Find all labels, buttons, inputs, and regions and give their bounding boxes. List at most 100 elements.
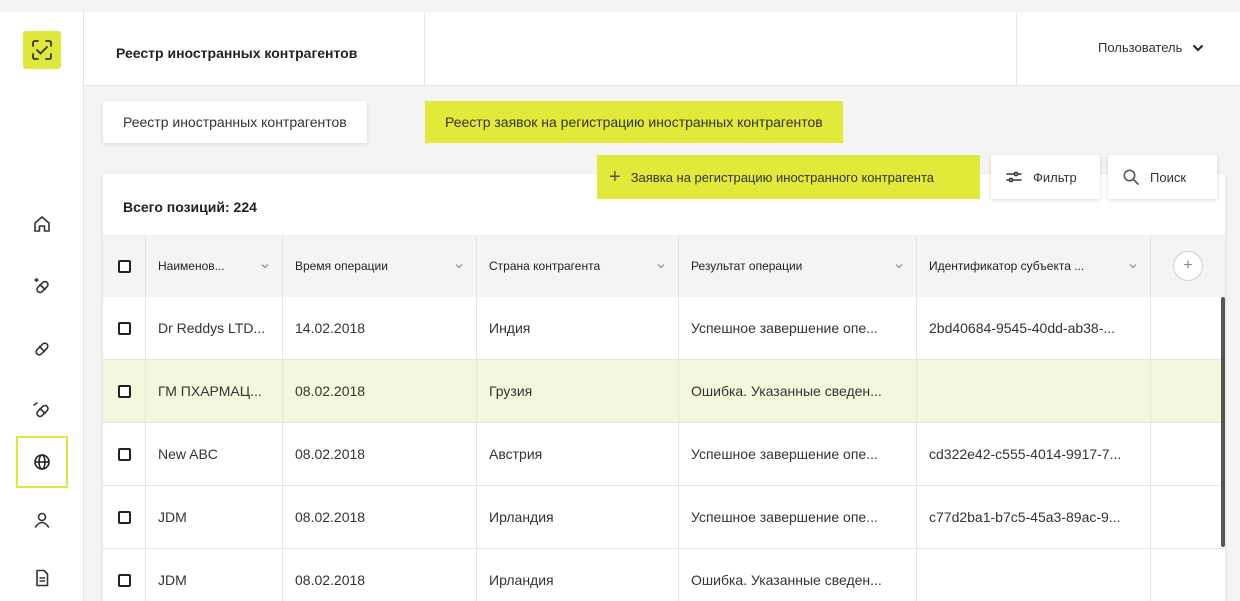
column-header-result[interactable]: Результат операции: [679, 235, 917, 297]
row-checkbox[interactable]: [117, 447, 131, 461]
nav-capsule[interactable]: [16, 323, 68, 375]
cell-empty: [1151, 297, 1225, 359]
app-root: Реестр иностранных контрагентов Пользова…: [0, 0, 1240, 601]
search-label: Поиск: [1150, 169, 1187, 185]
table-row[interactable]: New ABC 08.02.2018 Австрия Успешное заве…: [103, 423, 1225, 486]
filter-sliders-icon: [1006, 171, 1022, 183]
cell-empty: [1151, 360, 1225, 422]
cell-result: Ошибка. Указанные сведен...: [679, 549, 917, 601]
cell-subject-id: [917, 549, 1151, 601]
add-request-label: Заявка на регистрацию иностранного контр…: [630, 169, 935, 185]
capsule-icon: [35, 342, 49, 356]
page-title: Реестр иностранных контрагентов: [116, 45, 358, 61]
row-checkbox[interactable]: [117, 573, 131, 587]
table-card: Всего позиций: 224 Наименов... Время опе…: [103, 174, 1225, 601]
nav-home[interactable]: [16, 198, 68, 250]
cell-name: JDM: [146, 549, 283, 601]
nav-pills[interactable]: [16, 261, 68, 313]
cell-subject-id: [917, 360, 1151, 422]
table-body: Dr Reddys LTD... 14.02.2018 Индия Успешн…: [103, 297, 1225, 601]
header-divider: [1016, 12, 1017, 86]
top-header: Реестр иностранных контрагентов Пользова…: [84, 12, 1240, 86]
cell-country: Ирландия: [477, 486, 679, 548]
column-label: Страна контрагента: [489, 259, 601, 273]
column-label: Результат операции: [691, 259, 803, 273]
tab-registration-requests[interactable]: Реестр заявок на регистрацию иностранных…: [425, 101, 843, 143]
chevron-down-icon[interactable]: [894, 261, 904, 271]
user-menu[interactable]: Пользователь: [1098, 40, 1204, 55]
cell-subject-id: cd322e42-c555-4014-9917-7...: [917, 423, 1151, 485]
cell-name: New ABC: [146, 423, 283, 485]
cell-time: 08.02.2018: [283, 549, 477, 601]
table-row[interactable]: ГМ ПХАРМАЦ... 08.02.2018 Грузия Ошибка. …: [103, 360, 1225, 423]
nav-pills-alt[interactable]: [16, 385, 68, 437]
row-select-cell: [103, 423, 146, 485]
add-registration-request-button[interactable]: + Заявка на регистрацию иностранного кон…: [597, 155, 980, 199]
add-column-cell: +: [1151, 235, 1225, 297]
nav-document[interactable]: [16, 552, 68, 601]
header-divider: [424, 12, 425, 86]
column-label: Наименов...: [158, 259, 225, 273]
cell-subject-id: c77d2ba1-b7c5-45a3-89ac-9...: [917, 486, 1151, 548]
column-header-time[interactable]: Время операции: [283, 235, 477, 297]
cell-country: Австрия: [477, 423, 679, 485]
scan-check-icon: [32, 40, 52, 60]
tab-registry[interactable]: Реестр иностранных контрагентов: [103, 101, 367, 143]
add-column-button[interactable]: +: [1173, 251, 1203, 281]
cell-name: Dr Reddys LTD...: [146, 297, 283, 359]
column-header-name[interactable]: Наименов...: [146, 235, 283, 297]
nav-user[interactable]: [16, 494, 68, 546]
chevron-down-icon[interactable]: [656, 261, 666, 271]
select-all-checkbox[interactable]: [117, 259, 131, 273]
row-checkbox[interactable]: [117, 384, 131, 398]
chevron-down-icon[interactable]: [454, 261, 464, 271]
pills-alt-icon: [33, 402, 49, 418]
cell-time: 08.02.2018: [283, 360, 477, 422]
filter-button[interactable]: Фильтр: [991, 155, 1100, 199]
document-icon: [36, 569, 49, 587]
cell-name: ГМ ПХАРМАЦ...: [146, 360, 283, 422]
row-select-cell: [103, 297, 146, 359]
home-icon: [34, 216, 50, 232]
logo[interactable]: [23, 31, 61, 69]
table-row[interactable]: Dr Reddys LTD... 14.02.2018 Индия Успешн…: [103, 297, 1225, 360]
plus-icon: +: [1183, 257, 1193, 274]
chevron-down-icon[interactable]: [1128, 261, 1138, 271]
cell-subject-id: 2bd40684-9545-40dd-ab38-...: [917, 297, 1151, 359]
table-row[interactable]: JDM 08.02.2018 Ирландия Успешное заверше…: [103, 486, 1225, 549]
cell-time: 14.02.2018: [283, 297, 477, 359]
search-button[interactable]: Поиск: [1108, 155, 1217, 199]
cell-time: 08.02.2018: [283, 423, 477, 485]
pills-icon: [34, 277, 49, 294]
cell-time: 08.02.2018: [283, 486, 477, 548]
cell-empty: [1151, 423, 1225, 485]
cell-name: JDM: [146, 486, 283, 548]
cell-country: Ирландия: [477, 549, 679, 601]
row-checkbox[interactable]: [117, 321, 131, 335]
total-count: Всего позиций: 224: [123, 199, 257, 215]
chevron-down-icon: [1193, 44, 1204, 51]
user-icon: [34, 512, 50, 528]
table-header: Наименов... Время операции Страна контра…: [103, 235, 1225, 297]
filter-label: Фильтр: [1033, 169, 1077, 185]
cell-empty: [1151, 549, 1225, 601]
table-scrollbar[interactable]: [1221, 297, 1225, 547]
chevron-down-icon[interactable]: [260, 261, 270, 271]
nav-globe[interactable]: [16, 436, 68, 488]
row-checkbox[interactable]: [117, 510, 131, 524]
cell-empty: [1151, 486, 1225, 548]
user-menu-label: Пользователь: [1098, 40, 1183, 55]
cell-country: Индия: [477, 297, 679, 359]
table-row[interactable]: JDM 08.02.2018 Ирландия Ошибка. Указанны…: [103, 549, 1225, 601]
column-header-subject-id[interactable]: Идентификатор субъекта ...: [917, 235, 1151, 297]
row-select-cell: [103, 549, 146, 601]
row-select-cell: [103, 360, 146, 422]
plus-icon: +: [609, 166, 621, 188]
cell-result: Успешное завершение опе...: [679, 423, 917, 485]
column-label: Время операции: [295, 259, 388, 273]
sidebar: [0, 12, 84, 601]
cell-result: Успешное завершение опе...: [679, 486, 917, 548]
row-select-cell: [103, 486, 146, 548]
search-icon: [1123, 169, 1139, 185]
column-header-country[interactable]: Страна контрагента: [477, 235, 679, 297]
